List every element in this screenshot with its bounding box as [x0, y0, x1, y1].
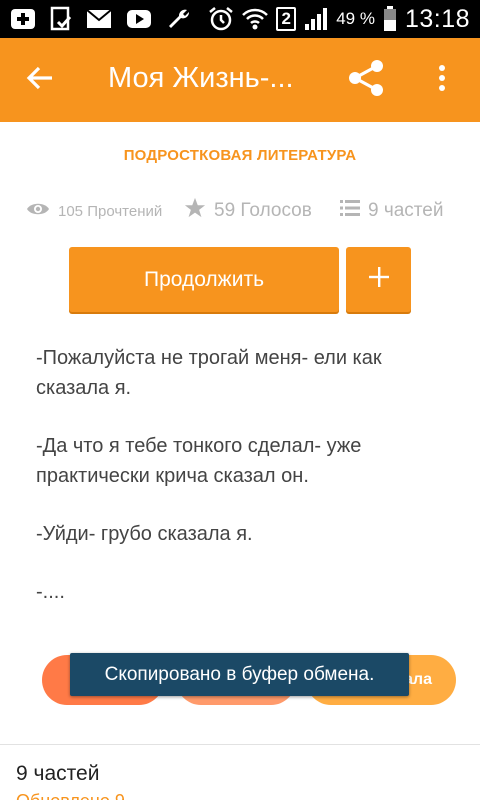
status-bar-notifications — [10, 4, 190, 34]
story-excerpt: -Пожалуйста не трогай меня- ели как сказ… — [36, 343, 456, 635]
add-to-library-button[interactable] — [346, 247, 411, 312]
story-stats: 105 Прочтений 59 Голосов 9 частей — [0, 196, 480, 226]
star-icon — [184, 197, 214, 225]
parts-section-title: 9 частей — [16, 762, 100, 785]
eye-icon — [26, 201, 58, 221]
parts-stat: 9 частей — [340, 196, 443, 226]
story-category-link[interactable]: ПОДРОСТКОВАЯ ЛИТЕРАТУРА — [0, 147, 480, 164]
status-bar: 2 49 % 13:18 — [0, 0, 480, 38]
votes-stat: 59 Голосов — [184, 196, 312, 226]
continue-reading-button[interactable]: Продолжить — [69, 247, 339, 312]
status-bar-system: 2 49 % 13:18 — [208, 4, 470, 34]
youtube-icon — [126, 6, 152, 32]
wrench-icon — [166, 6, 190, 32]
alarm-icon — [208, 6, 234, 32]
share-button[interactable] — [344, 58, 388, 102]
parts-section-subtitle: Обновлено 9... — [16, 792, 216, 800]
battery-percent: 49 % — [336, 9, 375, 28]
reads-stat: 105 Прочтений — [26, 196, 162, 226]
app-bar: Моя Жизнь-... — [0, 38, 480, 122]
clock: 13:18 — [404, 4, 470, 33]
sim-icon: 2 — [276, 7, 297, 31]
reads-count: 105 Прочтений — [58, 202, 163, 220]
add-box-icon — [10, 6, 36, 32]
back-button[interactable] — [18, 58, 62, 102]
more-vert-icon — [438, 64, 446, 96]
mail-icon — [86, 6, 112, 32]
back-arrow-icon — [26, 64, 54, 97]
wifi-icon — [242, 6, 269, 32]
signal-icon — [304, 6, 328, 32]
story-paragraph: -.... — [36, 581, 65, 603]
parts-count: 9 частей — [368, 200, 444, 221]
list-icon — [340, 199, 368, 223]
more-options-button[interactable] — [420, 58, 464, 102]
story-paragraph: -Уйди- грубо сказала я. — [36, 523, 253, 545]
page-title: Моя Жизнь-... — [108, 62, 294, 94]
plus-icon — [368, 266, 390, 293]
battery-icon — [383, 6, 397, 32]
share-icon — [346, 58, 386, 103]
votes-count: 59 Голосов — [214, 200, 312, 221]
section-divider — [0, 744, 480, 745]
story-paragraph: -Пожалуйста не трогай меня- ели как сказ… — [36, 347, 382, 399]
story-paragraph: -Да что я тебе тонкого сделал- уже практ… — [36, 435, 362, 487]
checklist-icon — [50, 6, 72, 32]
toast-message: Скопировано в буфер обмена. — [70, 653, 409, 696]
